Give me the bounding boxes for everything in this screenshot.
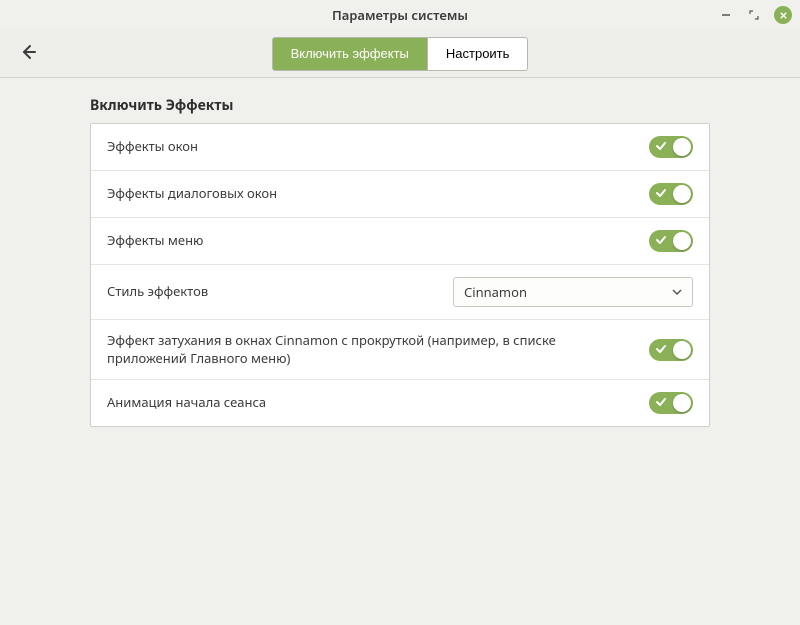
content: Включить Эффекты Эффекты окон Эффекты ди… [0, 78, 800, 445]
arrow-left-icon [18, 42, 38, 62]
tab-configure[interactable]: Настроить [427, 38, 528, 70]
toggle-knob [673, 232, 691, 250]
check-icon [655, 186, 667, 204]
toggle-knob [673, 394, 691, 412]
titlebar: Параметры системы [0, 0, 800, 30]
combo-effects-style[interactable]: Cinnamon [453, 277, 693, 307]
label-session-animation: Анимация начала сеанса [107, 394, 633, 412]
check-icon [655, 233, 667, 251]
window-controls [718, 0, 792, 30]
label-dialog-effects: Эффекты диалоговых окон [107, 185, 633, 203]
toggle-window-effects[interactable] [649, 136, 693, 158]
label-effects-style: Стиль эффектов [107, 283, 437, 301]
close-icon [779, 11, 788, 20]
toggle-knob [673, 341, 691, 359]
toggle-dialog-effects[interactable] [649, 183, 693, 205]
chevron-down-icon [672, 287, 682, 297]
row-window-effects: Эффекты окон [91, 124, 709, 171]
tab-switcher: Включить эффекты Настроить [272, 37, 529, 71]
toggle-knob [673, 138, 691, 156]
row-menu-effects: Эффекты меню [91, 218, 709, 265]
combo-effects-style-value: Cinnamon [464, 283, 527, 301]
close-button[interactable] [774, 6, 792, 24]
settings-panel: Эффекты окон Эффекты диалоговых окон Эфф… [90, 123, 710, 427]
window-title: Параметры системы [332, 6, 468, 24]
maximize-button[interactable] [746, 7, 762, 23]
toggle-knob [673, 185, 691, 203]
tab-enable-effects[interactable]: Включить эффекты [273, 38, 427, 70]
toggle-menu-effects[interactable] [649, 230, 693, 252]
row-fade-scroll: Эффект затухания в окнах Cinnamon с прок… [91, 320, 709, 380]
check-icon [655, 395, 667, 413]
toolbar: Включить эффекты Настроить [0, 30, 800, 78]
label-fade-scroll: Эффект затухания в окнах Cinnamon с прок… [107, 332, 633, 367]
maximize-icon [749, 10, 759, 20]
minimize-button[interactable] [718, 7, 734, 23]
toggle-session-animation[interactable] [649, 392, 693, 414]
label-window-effects: Эффекты окон [107, 138, 633, 156]
back-button[interactable] [18, 42, 38, 66]
row-session-animation: Анимация начала сеанса [91, 380, 709, 426]
label-menu-effects: Эффекты меню [107, 232, 633, 250]
check-icon [655, 139, 667, 157]
check-icon [655, 342, 667, 360]
row-dialog-effects: Эффекты диалоговых окон [91, 171, 709, 218]
section-title: Включить Эффекты [90, 96, 710, 115]
minimize-icon [721, 10, 731, 20]
row-effects-style: Стиль эффектов Cinnamon [91, 265, 709, 320]
toggle-fade-scroll[interactable] [649, 339, 693, 361]
